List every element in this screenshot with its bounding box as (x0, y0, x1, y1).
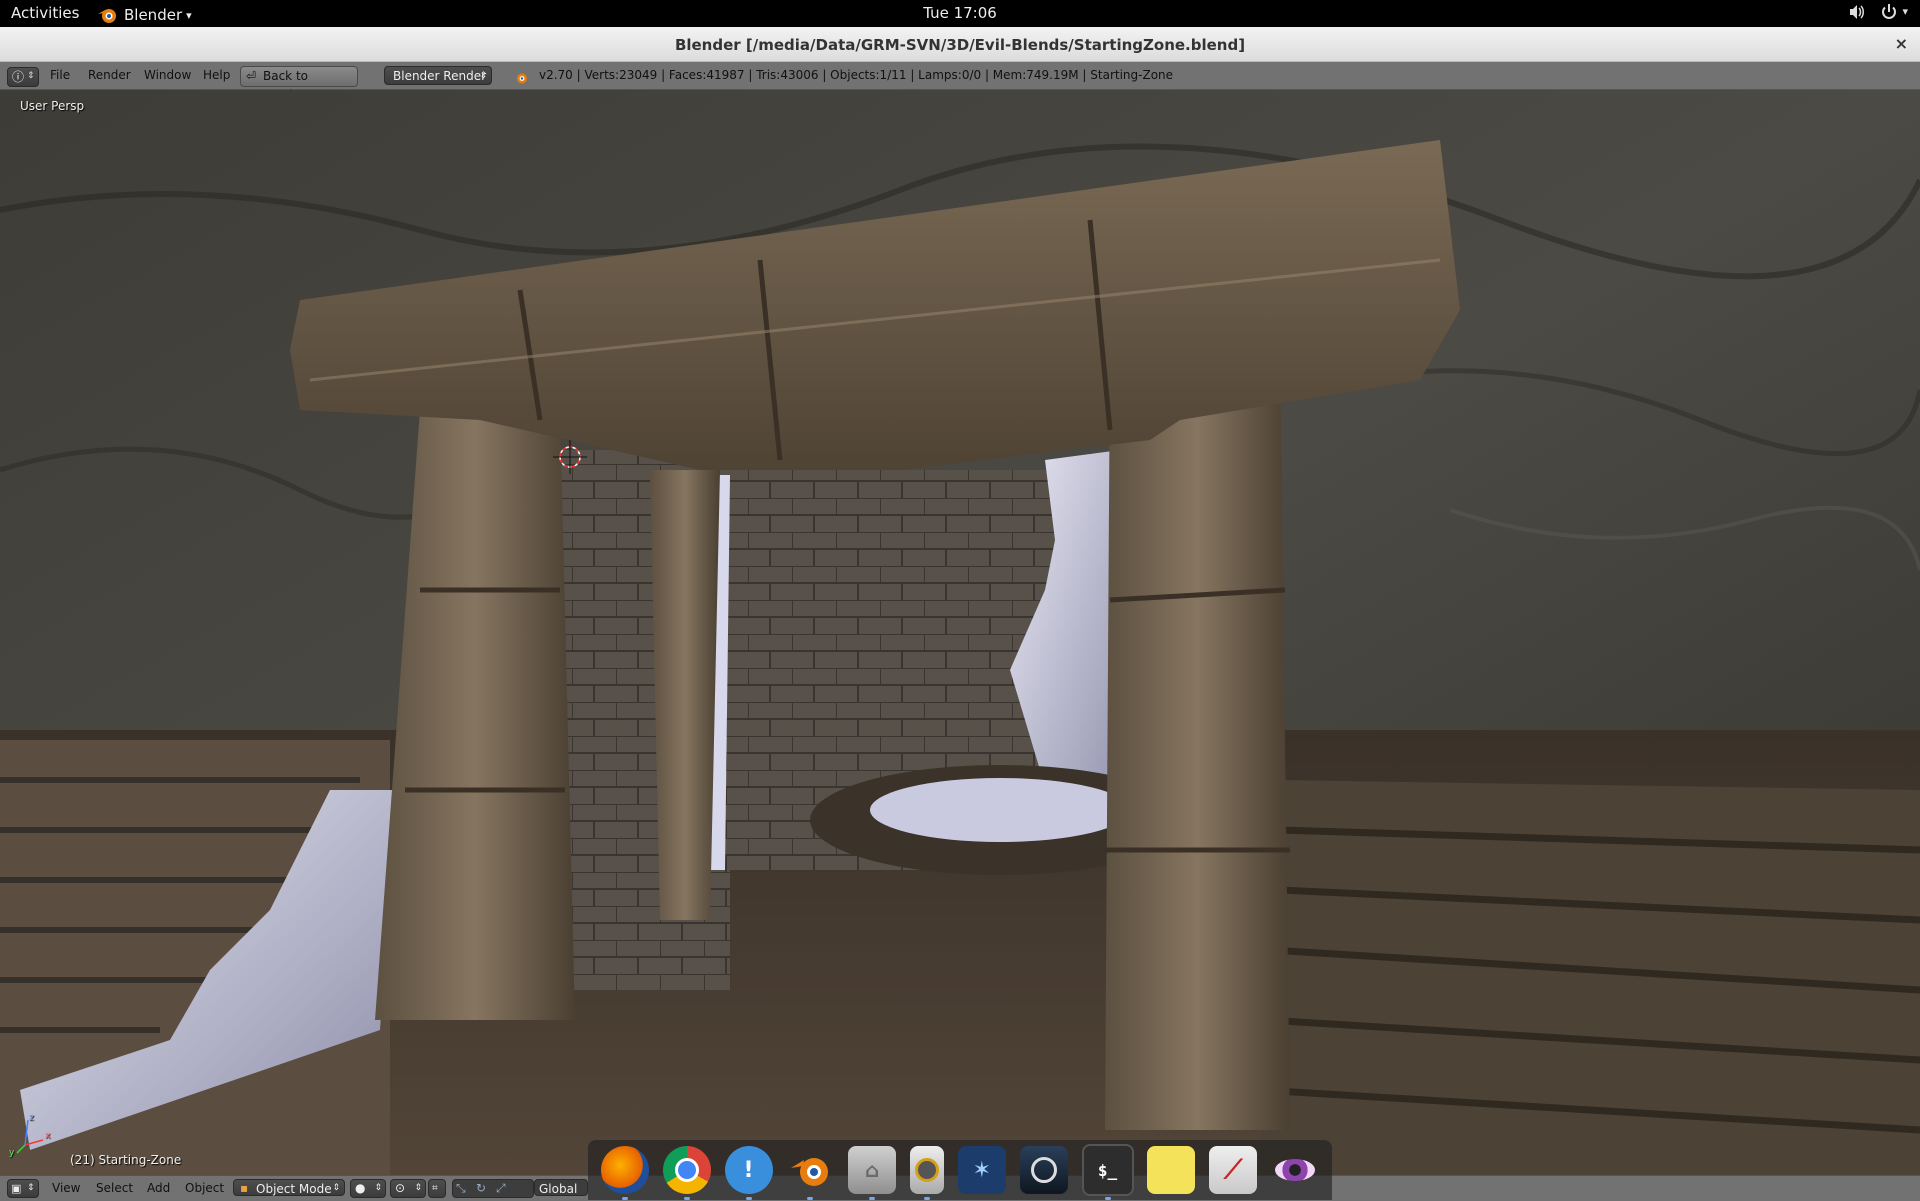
scene-statistics: v2.70 | Verts:23049 | Faces:41987 | Tris… (539, 68, 1174, 82)
close-icon[interactable]: × (1895, 34, 1908, 53)
dock-item-files[interactable]: ⌂ (848, 1146, 897, 1200)
power-icon[interactable] (1880, 3, 1898, 21)
orientation-label: Global (539, 1182, 578, 1196)
mode-select[interactable]: ▪ Object Mode ⇕ (233, 1179, 345, 1196)
transform-orientation-select[interactable]: Global (534, 1179, 588, 1196)
chevron-down-icon: ▾ (1902, 5, 1908, 18)
clock[interactable]: Tue 17:06 (0, 4, 1920, 22)
dock-item-steam[interactable] (1019, 1146, 1068, 1194)
chrome-icon (674, 1158, 699, 1182)
dock-item-firefox[interactable] (600, 1146, 649, 1200)
render-engine-label: Blender Render (393, 69, 487, 83)
menu-select[interactable]: Select (96, 1179, 133, 1198)
viewport-scene[interactable] (0, 90, 1920, 1175)
manipulator-icon: ⌗ (432, 1183, 438, 1194)
translate-icon[interactable]: ⤡ (456, 1179, 466, 1198)
chevron-updown-icon: ⇕ (479, 71, 487, 81)
home-folder-icon: ⌂ (865, 1158, 880, 1182)
sphere-icon: ● (355, 1181, 366, 1195)
rotate-icon[interactable]: ↻ (476, 1179, 486, 1198)
axis-y-label: y (9, 1148, 15, 1158)
axis-x-label: x (45, 1131, 51, 1141)
pivot-point-select[interactable]: ⊙ ⇕ (390, 1179, 426, 1198)
dock-item-terminal[interactable]: $_ (1081, 1144, 1134, 1200)
chevron-updown-icon: ⇕ (27, 1183, 35, 1193)
manipulator-toggle[interactable]: ⌗ (428, 1179, 446, 1198)
active-object-label: (21) Starting-Zone (70, 1153, 182, 1167)
3d-viewport[interactable]: User Persp (21) Starting-Zone x z y (0, 90, 1920, 1175)
cube-icon: ▪ (240, 1181, 249, 1195)
editor-type-button[interactable]: ▣ ⇕ (7, 1179, 39, 1198)
dock-item-notes[interactable] (1147, 1146, 1196, 1194)
chevron-updown-icon: ⇕ (27, 71, 35, 81)
menu-view[interactable]: View (52, 1179, 80, 1198)
window-title-bar[interactable]: Blender [/media/Data/GRM-SVN/3D/Evil-Ble… (0, 27, 1920, 62)
back-to-previous-button[interactable]: ⏎ Back to Previous (240, 66, 358, 102)
transform-manipulators[interactable]: ⤡ ↻ ⤢ (452, 1179, 534, 1198)
dock-item-blender[interactable] (786, 1146, 834, 1200)
menu-file[interactable]: File (50, 66, 70, 85)
info-icon: ⓘ (12, 70, 25, 84)
starcraft-icon: ✶ (972, 1157, 992, 1183)
terminal-icon: $_ (1097, 1160, 1118, 1180)
view-label: User Persp (20, 99, 85, 113)
dock-item-document-viewer[interactable]: ⟋ (1209, 1146, 1258, 1194)
mode-label: Object Mode (256, 1182, 332, 1196)
pivot-icon: ⊙ (395, 1181, 406, 1195)
dock-item-eye-of-gnome[interactable] (1271, 1146, 1319, 1194)
dock-item-starcraft[interactable]: ✶ (957, 1146, 1006, 1194)
chevron-updown-icon: ⇕ (374, 1183, 382, 1193)
application-dock: ! ⌂ ✶ $_ ⟋ (588, 1140, 1332, 1200)
gnome-top-bar: Activities Blender ▾ Tue 17:06 ▾ (0, 0, 1920, 27)
menu-render[interactable]: Render (88, 66, 131, 85)
system-tray[interactable]: ▾ (1848, 3, 1908, 21)
dock-item-speaker[interactable] (910, 1146, 945, 1200)
back-icon: ⏎ (246, 69, 257, 83)
speaker-icon[interactable] (1848, 3, 1866, 21)
pdf-icon: ⟋ (1224, 1154, 1243, 1185)
window-title: Blender [/media/Data/GRM-SVN/3D/Evil-Ble… (674, 36, 1246, 54)
axis-z-label: z (29, 1113, 34, 1123)
steam-icon (1030, 1157, 1057, 1183)
scale-icon[interactable]: ⤢ (496, 1179, 506, 1198)
menu-window[interactable]: Window (144, 66, 191, 85)
info-header: ⓘ ⇕ File Render Window Help ⏎ Back to Pr… (0, 62, 1920, 102)
editor-type-button[interactable]: ⓘ ⇕ (7, 67, 39, 87)
menu-help[interactable]: Help (203, 66, 230, 85)
speaker-app-icon (915, 1158, 940, 1182)
viewport-shading-select[interactable]: ● ⇕ (350, 1179, 386, 1198)
eye-icon (1275, 1159, 1316, 1181)
render-engine-select[interactable]: Blender Render ⇕ (384, 66, 492, 85)
chevron-updown-icon: ⇕ (332, 1183, 340, 1193)
chevron-updown-icon: ⇕ (414, 1183, 422, 1193)
dock-item-chrome[interactable] (662, 1146, 711, 1200)
exclamation-icon: ! (743, 1157, 754, 1183)
menu-add[interactable]: Add (147, 1179, 170, 1198)
3d-view-icon: ▣ (11, 1182, 22, 1195)
dock-item-notifications[interactable]: ! (724, 1146, 773, 1200)
blender-icon (791, 1158, 829, 1186)
menu-object[interactable]: Object (185, 1179, 224, 1198)
blender-logo-icon (517, 73, 527, 84)
